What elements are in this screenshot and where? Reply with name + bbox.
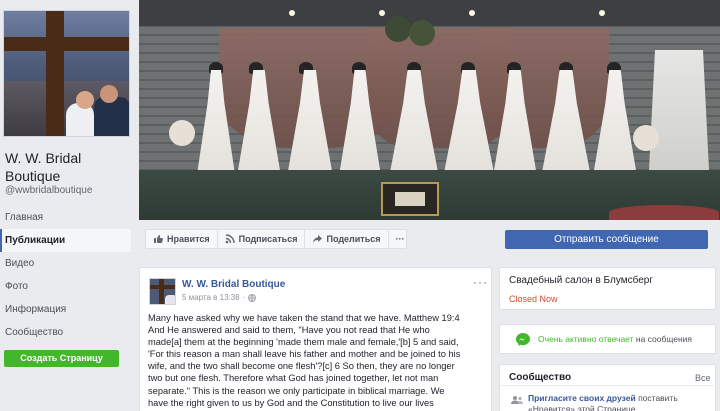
share-button[interactable]: Поделиться — [305, 230, 389, 248]
nav-item-videos[interactable]: Видео — [0, 252, 131, 275]
nav-item-community[interactable]: Сообщество — [0, 321, 131, 344]
create-page-button[interactable]: Создать Страницу — [4, 350, 119, 367]
community-card: Сообщество Все Пригласите своих друзей п… — [499, 364, 716, 411]
ceiling-light — [289, 10, 295, 16]
response-rate-text: Очень активно отвечает на сообщения — [538, 334, 692, 344]
cross-icon — [46, 11, 64, 136]
page-name[interactable]: W. W. Bridal Boutique — [5, 149, 135, 185]
groom-figure — [94, 97, 129, 136]
cross-beam — [4, 37, 129, 51]
ceiling-light — [599, 10, 605, 16]
page-category[interactable]: Свадебный салон в Блумсберг — [509, 275, 653, 286]
flower-bouquet — [169, 120, 195, 146]
more-actions-button[interactable]: ··· — [389, 230, 412, 248]
post-options-button[interactable]: ··· — [473, 275, 488, 289]
page-info-card: Свадебный салон в Блумсберг Closed Now — [499, 267, 716, 310]
response-rate-highlight: Очень активно отвечает — [538, 334, 634, 344]
page-handle[interactable]: @wwbridalboutique — [5, 185, 92, 196]
post-author[interactable]: W. W. Bridal Boutique — [182, 279, 285, 290]
framed-sign — [381, 182, 439, 216]
thumbs-up-icon — [154, 235, 163, 243]
garment-rack — [649, 50, 709, 170]
follow-label: Подписаться — [238, 234, 298, 244]
couple-figure — [165, 295, 175, 304]
post-meta: 5 марта в 13:38 · — [182, 293, 257, 302]
post-card: W. W. Bridal Boutique 5 марта в 13:38 · … — [139, 267, 492, 411]
follow-button[interactable]: Подписаться — [218, 230, 306, 248]
send-message-button[interactable]: Отправить сообщение — [505, 230, 708, 249]
groom-head — [100, 85, 118, 103]
bride-figure — [66, 103, 94, 136]
ceiling-light — [379, 10, 385, 16]
bride-head — [76, 91, 94, 109]
open-status: Closed Now — [509, 294, 558, 304]
left-column: W. W. Bridal Boutique @wwbridalboutique … — [0, 0, 137, 411]
share-label: Поделиться — [326, 234, 381, 244]
community-see-all-link[interactable]: Все — [695, 373, 711, 383]
nav-item-about[interactable]: Информация — [0, 298, 131, 321]
ceiling-light — [469, 10, 475, 16]
rug — [609, 205, 719, 220]
rss-icon — [225, 234, 235, 244]
like-label: Нравится — [167, 234, 210, 244]
community-title: Сообщество — [509, 372, 572, 383]
floral-arrangement — [385, 16, 411, 42]
people-icon — [511, 396, 523, 404]
post-body: Many have asked why we have taken the st… — [148, 313, 461, 408]
nav-item-photos[interactable]: Фото — [0, 275, 131, 298]
page-nav: Главная Публикации Видео Фото Информация… — [0, 206, 131, 344]
post-date[interactable]: 5 марта в 13:38 — [182, 293, 240, 302]
floral-arrangement — [409, 20, 435, 46]
globe-icon[interactable] — [248, 293, 257, 302]
post-avatar[interactable] — [149, 278, 176, 305]
drape — [479, 28, 609, 148]
profile-picture[interactable] — [3, 10, 130, 137]
like-button[interactable]: Нравится — [146, 230, 218, 248]
cross-icon — [159, 279, 164, 304]
messenger-icon — [516, 333, 530, 346]
nav-item-posts[interactable]: Публикации — [0, 229, 131, 252]
meta-separator: · — [242, 293, 246, 302]
response-rate-card: Очень активно отвечает на сообщения — [499, 324, 716, 354]
response-rate-rest: на сообщения — [633, 334, 693, 344]
flower-bouquet — [633, 125, 659, 151]
share-arrow-icon — [313, 235, 323, 243]
sign-card — [395, 192, 425, 206]
page-action-bar: Нравится Подписаться Поделиться ··· — [145, 229, 407, 249]
nav-item-home[interactable]: Главная — [0, 206, 131, 229]
invite-friends-link[interactable]: Пригласите своих друзей — [528, 393, 636, 403]
invite-friends-text: Пригласите своих друзей поставить «Нрави… — [528, 393, 708, 411]
cover-photo[interactable] — [139, 0, 720, 220]
cross-beam — [150, 285, 175, 289]
divider — [501, 385, 716, 386]
